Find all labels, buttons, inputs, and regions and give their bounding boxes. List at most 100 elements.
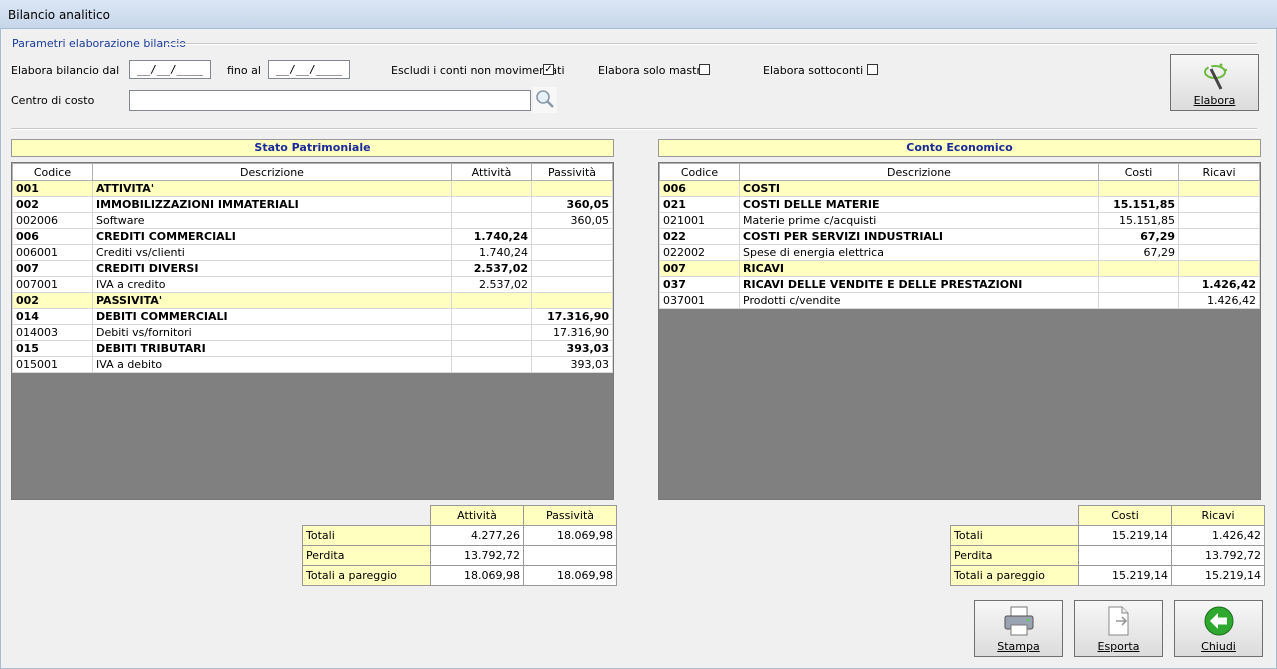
column-header-attivita[interactable]: Attività	[451, 163, 532, 181]
table-row[interactable]: 014 DEBITI COMMERCIALI 17.316,90	[12, 308, 613, 325]
table-row[interactable]: 007001 IVA a credito 2.537,02	[12, 276, 613, 293]
solo-mastri-checkbox[interactable]	[699, 64, 710, 75]
table-row[interactable]: 022 COSTI PER SERVIZI INDUSTRIALI 67,29	[659, 228, 1260, 245]
cell-codice: 002006	[12, 212, 93, 229]
cell-codice: 021	[659, 196, 740, 213]
main-window: Parametri elaborazione bilancio Elabora …	[0, 29, 1277, 669]
totals-label: Totali	[302, 525, 431, 546]
date-to-label: fino al	[227, 64, 261, 77]
totals-header-costi: Costi	[1078, 505, 1172, 526]
cell-amount-1	[451, 340, 532, 357]
table-row[interactable]: 006 CREDITI COMMERCIALI 1.740,24	[12, 228, 613, 245]
cell-codice: 007001	[12, 276, 93, 293]
cell-amount-2	[531, 260, 613, 277]
chiudi-label: Chiudi	[1201, 640, 1236, 653]
table-row[interactable]: 037 RICAVI DELLE VENDITE E DELLE PRESTAZI…	[659, 276, 1260, 293]
conto-totals: Costi Ricavi Totali 15.219,14 1.426,42 P…	[950, 505, 1265, 586]
cell-descrizione: RICAVI	[739, 260, 1099, 277]
cell-amount-1: 2.537,02	[451, 276, 532, 293]
cell-amount-1	[451, 212, 532, 229]
pareggio-attivita-value: 18.069,98	[430, 565, 524, 586]
cell-descrizione: CREDITI COMMERCIALI	[92, 228, 452, 245]
cell-descrizione: PASSIVITA'	[92, 292, 452, 309]
elabora-button[interactable]: Elabora	[1170, 54, 1259, 111]
cell-amount-2	[531, 180, 613, 197]
chiudi-button[interactable]: Chiudi	[1174, 600, 1263, 657]
column-header-costi[interactable]: Costi	[1098, 163, 1179, 181]
pareggio-costi-value: 15.219,14	[1078, 565, 1172, 586]
table-row[interactable]: 021001 Materie prime c/acquisti 15.151,85	[659, 212, 1260, 229]
table-row[interactable]: 006001 Crediti vs/clienti 1.740,24	[12, 244, 613, 261]
cell-amount-1: 67,29	[1098, 228, 1179, 245]
table-row[interactable]: 006 COSTI	[659, 180, 1260, 197]
cell-codice: 006001	[12, 244, 93, 261]
table-row[interactable]: 015 DEBITI TRIBUTARI 393,03	[12, 340, 613, 357]
cell-amount-1: 1.740,24	[451, 228, 532, 245]
stampa-label: Stampa	[997, 640, 1040, 653]
exclude-checkbox[interactable]: ✓	[543, 64, 554, 75]
sottoconti-label: Elabora sottoconti	[763, 64, 864, 77]
perdita-attivita-value: 13.792,72	[430, 545, 524, 566]
search-icon[interactable]	[533, 87, 557, 113]
elabora-label: Elabora	[1193, 94, 1236, 107]
main-separator	[11, 128, 1257, 130]
table-row[interactable]: 021 COSTI DELLE MATERIE 15.151,85	[659, 196, 1260, 213]
export-icon	[1102, 605, 1136, 640]
column-header-codice[interactable]: Codice	[12, 163, 93, 181]
sottoconti-checkbox[interactable]	[867, 64, 878, 75]
column-header-passivita[interactable]: Passività	[531, 163, 613, 181]
totals-costi-value: 15.219,14	[1078, 525, 1172, 546]
cell-amount-2	[531, 244, 613, 261]
table-row[interactable]: 022002 Spese di energia elettrica 67,29	[659, 244, 1260, 261]
table-row[interactable]: 002 IMMOBILIZZAZIONI IMMATERIALI 360,05	[12, 196, 613, 213]
cell-codice: 022002	[659, 244, 740, 261]
centro-input[interactable]	[129, 90, 531, 111]
esporta-label: Esporta	[1097, 640, 1140, 653]
cell-descrizione: Debiti vs/fornitori	[92, 324, 452, 341]
table-row[interactable]: 002006 Software 360,05	[12, 212, 613, 229]
date-from-label: Elabora bilancio dal	[11, 64, 120, 77]
table-row[interactable]: 037001 Prodotti c/vendite 1.426,42	[659, 292, 1260, 309]
column-header-descrizione[interactable]: Descrizione	[739, 163, 1099, 181]
cell-amount-2: 1.426,42	[1178, 276, 1260, 293]
cell-amount-1	[451, 196, 532, 213]
perdita-passivita-value	[523, 545, 617, 566]
cell-amount-2	[1178, 260, 1260, 277]
perdita-label: Perdita	[950, 545, 1079, 566]
table-row[interactable]: 015001 IVA a debito 393,03	[12, 356, 613, 373]
cell-amount-1: 15.151,85	[1098, 196, 1179, 213]
table-row[interactable]: 007 CREDITI DIVERSI 2.537,02	[12, 260, 613, 277]
pareggio-passivita-value: 18.069,98	[523, 565, 617, 586]
stato-totals: Attività Passività Totali 4.277,26 18.06…	[302, 505, 617, 586]
conto-economico-grid[interactable]: Codice Descrizione Costi Ricavi 006 COSTI…	[658, 162, 1261, 500]
column-header-ricavi[interactable]: Ricavi	[1178, 163, 1260, 181]
cell-codice: 006	[659, 180, 740, 197]
esporta-button[interactable]: Esporta	[1074, 600, 1163, 657]
solo-mastri-label: Elabora solo mastri	[598, 64, 705, 77]
table-row[interactable]: 001 ATTIVITA'	[12, 180, 613, 197]
table-row[interactable]: 007 RICAVI	[659, 260, 1260, 277]
date-from-input[interactable]: __/__/____	[129, 60, 211, 79]
table-row[interactable]: 002 PASSIVITA'	[12, 292, 613, 309]
cell-amount-1	[451, 292, 532, 309]
cell-descrizione: IVA a debito	[92, 356, 452, 373]
cell-descrizione: IVA a credito	[92, 276, 452, 293]
centro-label: Centro di costo	[11, 94, 95, 107]
totals-header-passivita: Passività	[523, 505, 617, 526]
stato-patrimoniale-grid[interactable]: Codice Descrizione Attività Passività 00…	[11, 162, 614, 500]
cell-codice: 007	[12, 260, 93, 277]
cell-amount-2: 360,05	[531, 196, 613, 213]
column-header-descrizione[interactable]: Descrizione	[92, 163, 452, 181]
cell-amount-2: 393,03	[531, 340, 613, 357]
cell-descrizione: CREDITI DIVERSI	[92, 260, 452, 277]
date-to-input[interactable]: __/__/____	[268, 60, 350, 79]
cell-codice: 014	[12, 308, 93, 325]
cell-descrizione: Crediti vs/clienti	[92, 244, 452, 261]
cell-codice: 022	[659, 228, 740, 245]
cell-descrizione: Materie prime c/acquisti	[739, 212, 1099, 229]
cell-descrizione: Prodotti c/vendite	[739, 292, 1099, 309]
table-row[interactable]: 014003 Debiti vs/fornitori 17.316,90	[12, 324, 613, 341]
column-header-codice[interactable]: Codice	[659, 163, 740, 181]
totals-header-ricavi: Ricavi	[1171, 505, 1265, 526]
stampa-button[interactable]: Stampa	[974, 600, 1063, 657]
